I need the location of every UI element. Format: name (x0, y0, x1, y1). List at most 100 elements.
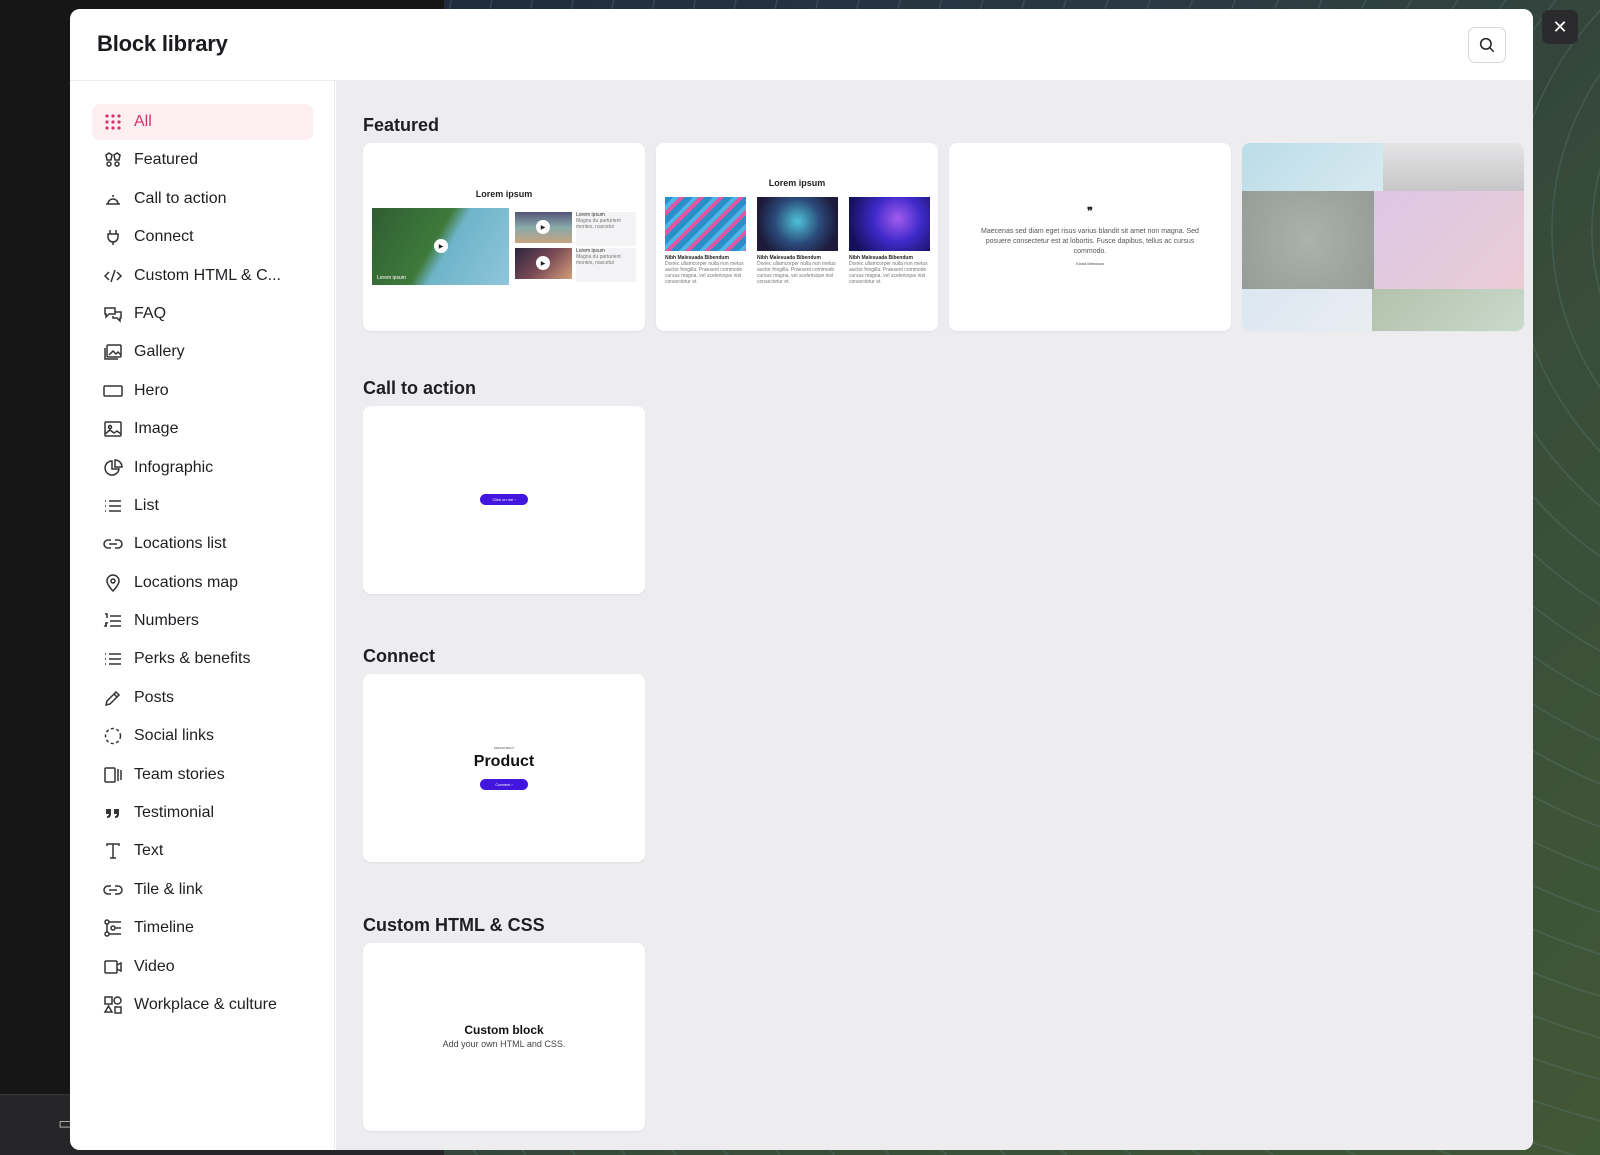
quote-text: Maecenas sed diam eget risus varius blan… (981, 228, 1199, 255)
pie-icon (102, 457, 124, 479)
sidebar-item-label: Social links (134, 727, 215, 745)
sidebar-item-label: Numbers (134, 612, 199, 630)
sidebar-item-social-links[interactable]: Social links (92, 718, 313, 754)
sidebar-item-perks-benefits[interactable]: Perks & benefits (92, 641, 313, 677)
sidebar-item-locations-map[interactable]: Locations map (92, 565, 313, 601)
item-text: Magna du parturient montes, nascetur (576, 218, 621, 230)
column-body: Donec ullamcorper nulla non metus auctor… (849, 261, 928, 285)
column-image-1 (665, 197, 746, 251)
connect-button-preview: Connect › (480, 779, 528, 790)
connect-title: Product (473, 753, 535, 770)
block-card-gallery[interactable] (1242, 143, 1524, 331)
sidebar-item-label: Connect (134, 228, 194, 246)
gallery-image (1374, 191, 1524, 289)
item-text: Magna du parturient montes, nascetur (576, 254, 621, 266)
search-icon (1479, 37, 1495, 53)
column-text-3: Nibh Malesuada Bibendum Donec ullamcorpe… (849, 255, 930, 285)
block-card-call-to-action[interactable]: Click on me › (363, 406, 645, 594)
gallery-image (1383, 143, 1524, 191)
sidebar-item-label: Custom HTML & C... (134, 266, 281, 284)
sidebar-item-label: FAQ (134, 304, 167, 322)
card-title: Lorem ipsum (475, 189, 533, 199)
video-item-1: Lorem ipsum Magna du parturient montes, … (576, 212, 636, 246)
sidebar-item-label: Infographic (134, 458, 214, 476)
connect-eyebrow: DEPARTMENT (493, 746, 515, 750)
sidebar-item-text[interactable]: Text (92, 833, 313, 869)
sidebar-item-infographic[interactable]: Infographic (92, 450, 313, 486)
pin-icon (102, 572, 124, 594)
sidebar-item-label: All (134, 113, 152, 130)
chat-icon (102, 303, 124, 325)
list-icon (102, 495, 124, 517)
close-button[interactable]: ✕ (1542, 10, 1578, 44)
dashed-circle-icon (102, 725, 124, 747)
sidebar-item-connect[interactable]: Connect (92, 219, 313, 255)
sidebar-item-list[interactable]: List (92, 488, 313, 524)
search-button[interactable] (1468, 27, 1506, 63)
sidebar-item-label: Team stories (134, 765, 225, 783)
sidebar-item-label: Text (134, 842, 164, 860)
sidebar-item-posts[interactable]: Posts (92, 680, 313, 716)
list-icon (102, 648, 124, 670)
stories-icon (102, 764, 124, 786)
link-icon (102, 879, 124, 901)
play-icon[interactable]: ▶ (434, 239, 448, 253)
sidebar-item-team-stories[interactable]: Team stories (92, 757, 313, 793)
sidebar-item-label: Gallery (134, 343, 185, 361)
numbered-list-icon (102, 610, 124, 632)
block-card-connect[interactable]: DEPARTMENT Product Connect › (363, 674, 645, 862)
category-nav: All Featured Call to action Connect Custom H… (92, 104, 313, 1025)
sidebar-item-video[interactable]: Video (92, 949, 313, 985)
cta-button-preview: Click on me › (480, 494, 528, 505)
block-card-testimonial[interactable]: ❞ Maecenas sed diam eget risus varius bl… (949, 143, 1231, 331)
sidebar-item-hero[interactable]: Hero (92, 373, 313, 409)
column-image-2 (757, 197, 838, 251)
sidebar-item-label: Video (134, 957, 175, 975)
block-card-video[interactable]: Lorem ipsum ▶ Lorem ipsum ▶ ▶ Lorem ipsu… (363, 143, 645, 331)
sidebar-item-label: Image (134, 420, 179, 438)
video-thumbnail-2: ▶ (515, 248, 572, 279)
play-icon[interactable]: ▶ (536, 220, 550, 234)
sidebar-item-all[interactable]: All (92, 104, 313, 140)
sidebar-item-tile-link[interactable]: Tile & link (92, 872, 313, 908)
sidebar-item-label: Call to action (134, 189, 227, 207)
sidebar-item-featured[interactable]: Featured (92, 142, 313, 178)
sidebar-item-call-to-action[interactable]: Call to action (92, 181, 313, 217)
sidebar-item-image[interactable]: Image (92, 411, 313, 447)
play-icon[interactable]: ▶ (536, 256, 550, 270)
sidebar-item-label: Hero (134, 381, 169, 399)
image-icon (102, 418, 124, 440)
gallery-image (1242, 143, 1383, 191)
section-title-custom-html: Custom HTML & CSS (363, 915, 545, 935)
hero-icon (102, 380, 124, 402)
block-gallery: Featured Lorem ipsum ▶ Lorem ipsum ▶ ▶ L… (336, 81, 1533, 1150)
sidebar-item-label: Timeline (134, 919, 194, 937)
modal-header: Block library (70, 9, 1533, 81)
video-icon (102, 956, 124, 978)
sidebar-item-label: List (134, 496, 159, 514)
sidebar-item-label: Tile & link (134, 880, 203, 898)
bell-icon (102, 188, 124, 210)
sidebar-item-workplace-culture[interactable]: Workplace & culture (92, 987, 313, 1023)
sidebar-item-label: Featured (134, 151, 199, 169)
gallery-icon (102, 341, 124, 363)
featured-icon (102, 149, 124, 171)
sidebar-item-testimonial[interactable]: Testimonial (92, 795, 313, 831)
sidebar-item-gallery[interactable]: Gallery (92, 334, 313, 370)
gallery-image (1242, 289, 1372, 331)
sidebar-item-faq[interactable]: FAQ (92, 296, 313, 332)
block-card-custom-html[interactable]: Custom block Add your own HTML and CSS. (363, 943, 645, 1131)
sidebar-item-label: Workplace & culture (134, 995, 277, 1013)
block-card-columns[interactable]: Lorem ipsum Nibh Malesuada Bibendum Done… (656, 143, 938, 331)
sidebar-item-timeline[interactable]: Timeline (92, 910, 313, 946)
sidebar-item-custom-html-c[interactable]: Custom HTML & C... (92, 258, 313, 294)
plug-icon (102, 226, 124, 248)
sidebar-item-locations-list[interactable]: Locations list (92, 526, 313, 562)
sidebar-item-numbers[interactable]: Numbers (92, 603, 313, 639)
category-sidebar: All Featured Call to action Connect Custom H… (70, 81, 335, 1150)
custom-block-subtitle: Add your own HTML and CSS. (442, 1039, 566, 1049)
column-text-1: Nibh Malesuada Bibendum Donec ullamcorpe… (665, 255, 746, 285)
column-body: Donec ullamcorper nulla non metus auctor… (757, 261, 836, 285)
code-icon (102, 265, 124, 287)
sidebar-item-label: Perks & benefits (134, 650, 251, 668)
